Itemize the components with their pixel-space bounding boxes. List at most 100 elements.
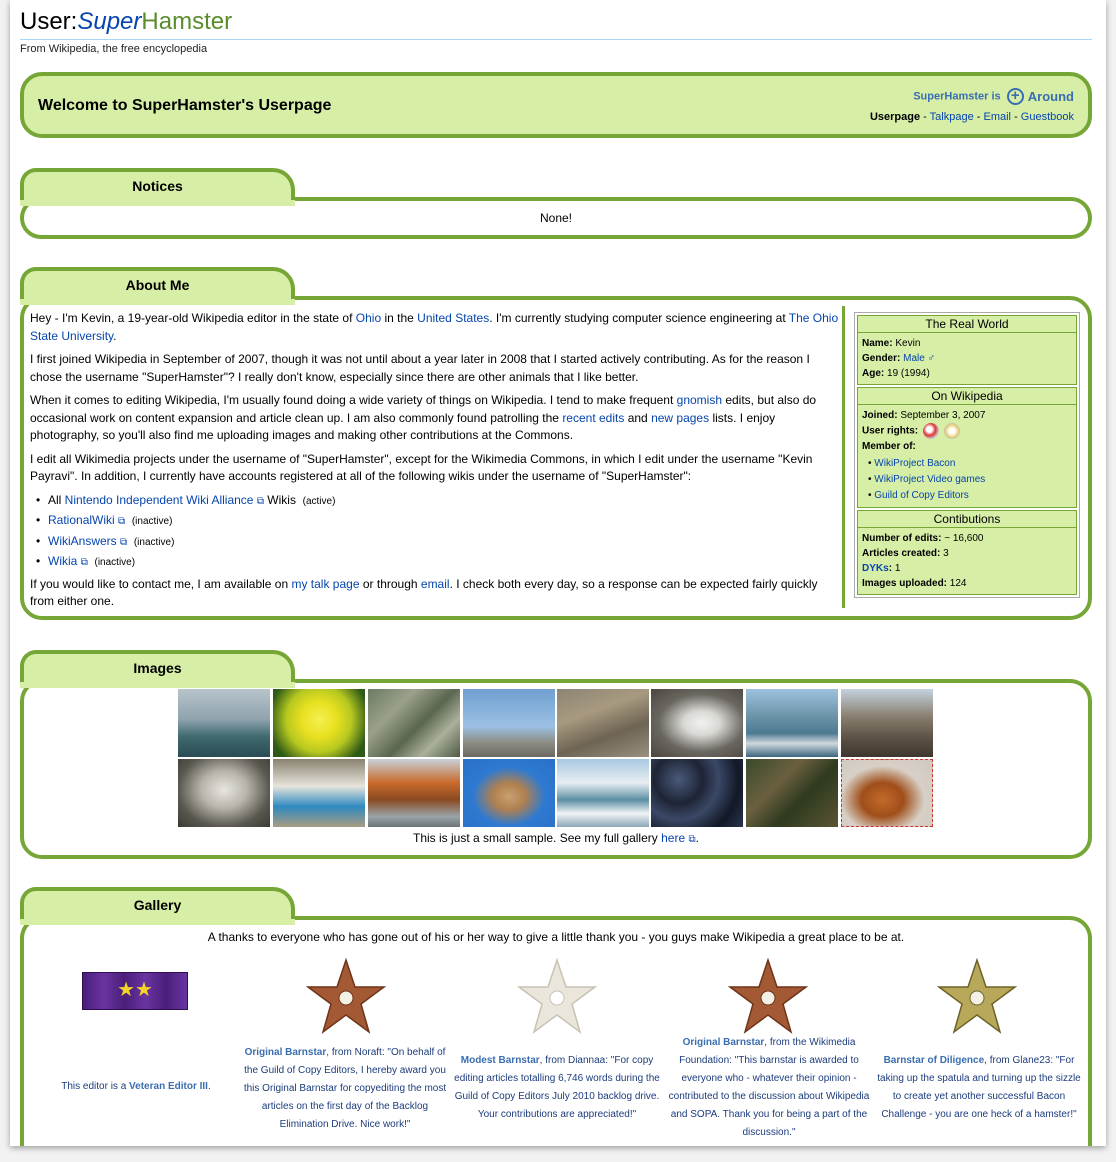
divider [842,306,845,608]
nav-links: Userpage - Talkpage - Email - Guestbook [869,111,1074,123]
about-p5: If you would like to contact me, I am av… [30,576,818,609]
infobox-real-world: The Real World Name: Kevin Gender: Male … [857,315,1077,385]
about-p3: When it comes to editing Wikipedia, I'm … [30,393,817,442]
external-link-icon: ⧉ [120,536,128,548]
wiki-list: All Nintendo Independent Wiki Alliance ⧉… [36,492,842,572]
reviewer-icon[interactable] [943,423,960,439]
award-caption: Barnstar of Diligence, from Glane23: "Fo… [877,1055,1081,1120]
tagline: From Wikipedia, the free encyclopedia [20,43,208,55]
thumb-tower[interactable] [841,689,933,757]
link-guild-copy-editors[interactable]: Guild of Copy Editors [874,490,969,501]
status-prefix: SuperHamster is [913,90,1001,103]
thumb-blueberries[interactable] [651,759,743,827]
thumb-highway-interchange[interactable] [368,689,460,757]
link-male[interactable]: Male [903,353,925,364]
original-barnstar-icon[interactable] [306,958,386,1034]
gallery-tab: Gallery [20,887,295,925]
link-dyks[interactable]: DYKs [862,563,889,574]
nav-talkpage[interactable]: Talkpage [930,111,974,123]
thumb-goat-face[interactable] [178,759,270,827]
thumb-gazelle[interactable] [557,689,649,757]
thumb-goat-bucket[interactable] [273,759,365,827]
barnstar-of-diligence-icon[interactable] [937,958,1017,1034]
award-caption: Original Barnstar, from the Wikimedia Fo… [668,1037,870,1138]
infobox-heading: Contibutions [858,511,1076,528]
notices-text: None! [539,211,573,225]
list-item: All Nintendo Independent Wiki Alliance ⧉… [36,492,842,511]
link-ohio[interactable]: Ohio [356,311,381,325]
award-caption: Modest Barnstar, from Diannaa: "For copy… [454,1055,660,1120]
nav-guestbook[interactable]: Guestbook [1021,111,1074,123]
infobox: The Real World Name: Kevin Gender: Male … [854,312,1080,598]
link-wikiproject-video-games[interactable]: WikiProject Video games [874,474,985,485]
link-gnomish[interactable]: gnomish [677,393,722,407]
link-gallery-here[interactable]: here [661,831,685,845]
link-recent-edits[interactable]: recent edits [562,411,624,425]
thumb-capitol-dome[interactable] [463,759,555,827]
page: User:SuperHamster From Wikipedia, the fr… [10,0,1106,1146]
plus-circle-icon: + [1006,88,1024,105]
gallery-box: A thanks to everyone who has gone out of… [20,916,1092,1146]
images-caption: This is just a small sample. See my full… [413,831,699,845]
link-wikiproject-bacon[interactable]: WikiProject Bacon [874,458,955,469]
gallery-intro: A thanks to everyone who has gone out of… [207,930,905,944]
infobox-on-wikipedia: On Wikipedia Joined: September 3, 2007 U… [857,387,1077,508]
list-item: WikiProject Video games [868,472,1072,488]
welcome-title: Welcome to SuperHamster's Userpage [38,97,332,114]
about-p1: Hey - I'm Kevin, a 19-year-old Wikipedia… [30,311,839,343]
about-p4: I edit all Wikimedia projects under the … [30,451,813,484]
title-prefix: User: [20,8,78,35]
about-box: Hey - I'm Kevin, a 19-year-old Wikipedia… [20,296,1092,620]
external-link-icon: ⧉ [688,834,696,845]
rollbacker-icon[interactable] [922,423,939,439]
link-wikianswers[interactable]: WikiAnswers [48,534,117,548]
welcome-box: Welcome to SuperHamster's Userpage Super… [20,72,1092,138]
notices-tab: Notices [20,168,295,206]
link-email[interactable]: email [421,577,450,591]
page-title: User:SuperHamster [20,8,1092,40]
images-tab: Images [20,650,295,688]
images-box: This is just a small sample. See my full… [20,679,1092,859]
veteran-caption: This editor is a Veteran Editor III. [61,1081,211,1092]
title-super: Super [77,8,142,35]
thumb-autumn-trees[interactable] [368,759,460,827]
star-icon: ★★ [117,979,153,1001]
list-item: WikiProject Bacon [868,456,1072,472]
about-text: Hey - I'm Kevin, a 19-year-old Wikipedia… [30,310,842,617]
link-niwa[interactable]: Nintendo Independent Wiki Alliance [65,493,254,507]
list-item: Wikia ⧉ (inactive) [36,553,842,572]
list-item: Guild of Copy Editors [868,488,1072,504]
thumb-swan[interactable] [651,689,743,757]
status-value[interactable]: Around [1028,89,1074,104]
thumb-niagara-falls[interactable] [557,759,649,827]
nav-userpage: Userpage [869,111,921,123]
list-item: RationalWiki ⧉ (inactive) [36,512,842,531]
original-barnstar-icon[interactable] [728,958,808,1034]
veteran-ribbon-icon[interactable]: ★★ [82,972,188,1010]
external-link-icon: ⧉ [256,495,264,507]
thumb-onion[interactable] [841,759,933,827]
list-item: WikiAnswers ⧉ (inactive) [36,533,842,552]
nav-email[interactable]: Email [984,111,1012,123]
about-p2: I first joined Wikipedia in September of… [30,352,810,384]
infobox-heading: On Wikipedia [858,388,1076,405]
infobox-contributions: Contibutions Number of edits: ~ 16,600 A… [857,510,1077,595]
thumb-niagara-boat[interactable] [178,689,270,757]
thumb-marina[interactable] [746,689,838,757]
modest-barnstar-icon[interactable] [517,958,597,1034]
thumb-lizard[interactable] [746,759,838,827]
welcome-nav: SuperHamster is + Around Userpage - Talk… [870,88,1074,123]
award-caption: Original Barnstar, from Noraft: "On beha… [243,1047,447,1130]
link-talk-page[interactable]: my talk page [291,577,359,591]
infobox-heading: The Real World [858,316,1076,333]
project-list: WikiProject Bacon WikiProject Video game… [868,456,1072,504]
title-hamster: Hamster [141,8,233,35]
about-tab: About Me [20,267,295,305]
external-link-icon: ⧉ [118,516,126,527]
link-united-states[interactable]: United States [417,311,489,325]
link-rationalwiki[interactable]: RationalWiki [48,513,115,527]
link-new-pages[interactable]: new pages [651,411,709,425]
thumb-airplane[interactable] [463,689,555,757]
link-wikia[interactable]: Wikia [48,554,77,568]
thumb-daffodil[interactable] [273,689,365,757]
